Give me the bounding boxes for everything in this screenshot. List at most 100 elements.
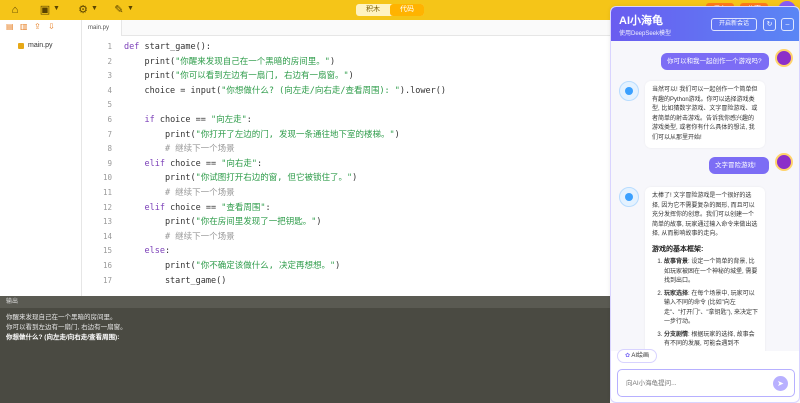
line-number: 15 <box>102 246 112 256</box>
book-icon[interactable]: ✎ <box>112 3 126 17</box>
mode-blocks-tab[interactable]: 积木 <box>356 4 390 16</box>
line-number: 5 <box>107 100 112 110</box>
file-icon[interactable]: ▣ <box>38 3 52 17</box>
code-text: def start_game(): <box>124 42 212 52</box>
code-text: print("你试图打开右边的窗, 但它被锁住了。") <box>124 173 358 184</box>
new-file-icon[interactable]: ▤ <box>6 23 14 31</box>
code-line[interactable]: 12 elif choice == "查看周围": <box>82 201 610 216</box>
mode-toggle[interactable]: 积木 代码 <box>356 4 424 16</box>
code-line[interactable]: 1 def start_game(): <box>82 40 610 55</box>
line-number: 1 <box>107 42 112 51</box>
editor-tab-bar: main.py <box>82 20 610 36</box>
chat-messages[interactable]: 你可以和我一起创作一个游戏吗? 当然可以! 我们可以一起创作一个简单但有趣的Py… <box>611 41 799 351</box>
bot-message: 当然可以! 我们可以一起创作一个简单但有趣的Python游戏。你可以选择游戏类型… <box>645 81 765 148</box>
bot-message-heading: 游戏的基本框架: <box>652 245 704 253</box>
paint-icon: ✿ <box>624 353 630 359</box>
code-text: choice = input("你想做什么? (向左走/向右走/查看周围): "… <box>124 85 446 96</box>
chevron-down-icon[interactable]: ▼ <box>53 5 60 12</box>
send-icon[interactable]: ➤ <box>773 376 788 391</box>
user-avatar <box>775 153 793 171</box>
bot-message-intro: 太棒了! 文字冒险游戏是一个很好的选择, 因为它不需要复杂的图形, 而且可以充分… <box>652 193 758 237</box>
file-item-main[interactable]: main.py <box>18 42 53 49</box>
code-line[interactable]: 5 <box>82 98 610 113</box>
list-item: 玩家选择: 在每个场景中, 玩家可以输入不同的命令 (比如"向左走"、"打开门"… <box>664 290 758 328</box>
line-number: 17 <box>102 275 112 285</box>
code-line[interactable]: 6 if choice == "向左走": <box>82 113 610 128</box>
bot-avatar <box>619 187 639 207</box>
code-text: # 继续下一个场景 <box>124 144 235 155</box>
code-line[interactable]: 3 print("你可以看到左边有一扇门, 右边有一扇窗。") <box>82 69 610 84</box>
code-text: else: <box>124 246 171 257</box>
code-line[interactable]: 4 choice = input("你想做什么? (向左走/向右走/查看周围):… <box>82 84 610 99</box>
list-item: 分支剧情: 根据玩家的选择, 故事会有不同的发展, 可能会遇到不 <box>664 331 758 350</box>
minimize-icon[interactable]: – <box>781 18 794 31</box>
line-number: 8 <box>107 144 112 154</box>
code-text: elif choice == "查看周围": <box>124 202 271 213</box>
code-line[interactable]: 14 # 继续下一个场景 <box>82 230 610 245</box>
code-text: start_game() <box>124 275 227 286</box>
code-text: # 继续下一个场景 <box>124 231 235 242</box>
code-line[interactable]: 11 # 继续下一个场景 <box>82 186 610 201</box>
code-line[interactable]: 7 print("你打开了左边的门, 发现一条通往地下室的楼梯。") <box>82 128 610 143</box>
code-text: if choice == "向左走": <box>124 114 252 125</box>
line-number: 14 <box>102 231 112 241</box>
settings-icon[interactable]: ⚙ <box>76 3 90 17</box>
code-text: # 继续下一个场景 <box>124 187 235 198</box>
chevron-down-icon[interactable]: ▼ <box>91 5 98 12</box>
line-number: 10 <box>102 173 112 183</box>
code-line[interactable]: 9 elif choice == "向右走": <box>82 157 610 172</box>
output-header: 输出 <box>0 296 610 308</box>
code-line[interactable]: 2 print("你醒来发现自己在一个黑暗的房间里。") <box>82 55 610 70</box>
output-line: 你可以看到左边有一扇门, 右边有一扇窗。 <box>6 324 127 331</box>
upload-icon[interactable]: ⇪ <box>34 23 42 31</box>
list-item: 故事背景: 设定一个简单的背景, 比如玩家被困在一个神秘的城堡, 需要找到出口。 <box>664 258 758 287</box>
tab-main-py[interactable]: main.py <box>82 20 122 36</box>
code-line[interactable]: 16 print("你不确定该做什么, 决定再想想。") <box>82 259 610 274</box>
chat-header: AI小海龟 使用DeepSeek模型 开启新会话 ↻ – <box>611 7 799 41</box>
code-line[interactable]: 8 # 继续下一个场景 <box>82 142 610 157</box>
code-line[interactable]: 15 else: <box>82 244 610 259</box>
user-message: 文字冒险游戏! <box>709 157 769 174</box>
mode-code-tab[interactable]: 代码 <box>390 4 424 16</box>
new-chat-button[interactable]: 开启新会话 <box>711 18 757 31</box>
code-text: print("你打开了左边的门, 发现一条通往地下室的楼梯。") <box>124 129 400 140</box>
bot-avatar <box>619 81 639 101</box>
ai-chat-panel: AI小海龟 使用DeepSeek模型 开启新会话 ↻ – 你可以和我一起创作一个… <box>610 6 800 403</box>
code-line[interactable]: 17 start_game() <box>82 274 610 289</box>
sidebar-tools: ▤ ▥ ⇪ ⇩ <box>0 20 81 34</box>
bot-message-list: 故事背景: 设定一个简单的背景, 比如玩家被困在一个神秘的城堡, 需要找到出口。… <box>652 258 758 350</box>
refresh-icon[interactable]: ↻ <box>763 18 776 31</box>
python-file-icon <box>18 42 24 49</box>
user-message: 你可以和我一起创作一个游戏吗? <box>661 53 769 70</box>
output-line: 你醒来发现自己在一个黑暗的房间里。 <box>6 314 117 321</box>
download-icon[interactable]: ⇩ <box>48 23 56 31</box>
code-text: print("你在房间里发现了一把钥匙。") <box>124 217 322 228</box>
code-line[interactable]: 13 print("你在房间里发现了一把钥匙。") <box>82 215 610 230</box>
line-number: 4 <box>107 85 112 95</box>
ai-draw-button[interactable]: ✿ AI绘画 <box>617 349 657 363</box>
line-number: 11 <box>102 187 112 197</box>
code-text: print("你可以看到左边有一扇门, 右边有一扇窗。") <box>124 71 354 82</box>
line-number: 12 <box>102 202 112 212</box>
code-editor[interactable]: main.py 1 def start_game(): 2 print("你醒来发现… <box>82 20 610 296</box>
line-number: 3 <box>107 71 112 81</box>
new-folder-icon[interactable]: ▥ <box>20 23 28 31</box>
line-number: 16 <box>102 260 112 270</box>
file-sidebar: ▤ ▥ ⇪ ⇩ main.py <box>0 20 82 296</box>
chat-input[interactable] <box>618 370 768 396</box>
home-icon[interactable]: ⌂ <box>8 3 22 17</box>
line-number: 6 <box>107 114 112 124</box>
code-line[interactable]: 10 print("你试图打开右边的窗, 但它被锁住了。") <box>82 171 610 186</box>
code-area[interactable]: 1 def start_game(): 2 print("你醒来发现自己在一个黑暗的… <box>82 40 610 288</box>
code-text: print("你醒来发现自己在一个黑暗的房间里。") <box>124 56 336 67</box>
chat-model-label: 使用DeepSeek模型 <box>619 31 672 37</box>
chat-input-box[interactable]: ➤ <box>617 369 795 397</box>
code-text: print("你不确定该做什么, 决定再想想。") <box>124 260 341 271</box>
code-text: elif choice == "向右走": <box>124 158 263 169</box>
user-avatar <box>775 49 793 67</box>
chat-title: AI小海龟 <box>619 15 663 27</box>
line-number: 2 <box>107 56 112 66</box>
chevron-down-icon[interactable]: ▼ <box>127 5 134 12</box>
output-line: 你想做什么? (向左走/向右走/查看周围): <box>6 334 120 341</box>
bot-message: 太棒了! 文字冒险游戏是一个很好的选择, 因为它不需要复杂的图形, 而且可以充分… <box>645 187 765 351</box>
